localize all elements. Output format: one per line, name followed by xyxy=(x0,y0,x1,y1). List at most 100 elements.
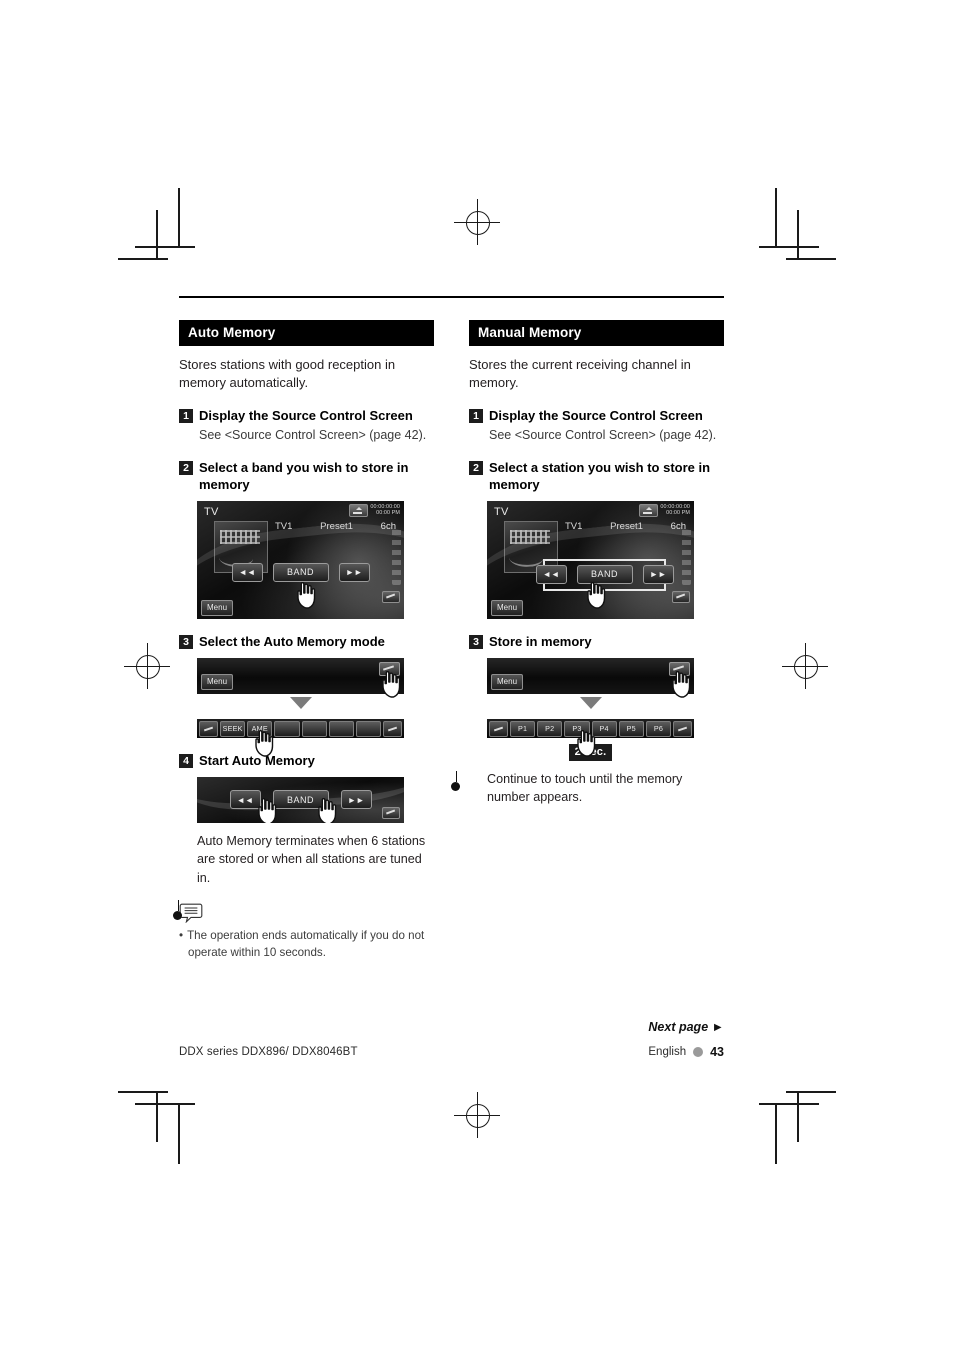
note-bubble-icon xyxy=(179,903,203,924)
step-1-manual: 1 Display the Source Control Screen xyxy=(469,407,724,424)
control-key-icon[interactable] xyxy=(382,590,400,603)
ame-button[interactable]: AME xyxy=(247,720,273,737)
step-title: Store in memory xyxy=(489,633,592,649)
tv-source-label: TV xyxy=(204,505,219,518)
registration-mark-right xyxy=(782,643,828,689)
menu-button[interactable]: Menu xyxy=(491,599,524,616)
page-marker-dot xyxy=(693,1047,704,1057)
next-button[interactable]: ►► xyxy=(338,562,370,582)
crop-mark-bottom-right-h xyxy=(759,1103,819,1105)
step-number-badge: 1 xyxy=(469,408,483,423)
tv-band-value: TV1 xyxy=(275,520,293,532)
registration-mark-top xyxy=(454,199,500,245)
function-key-left-icon[interactable] xyxy=(199,720,218,737)
column-auto-memory: Auto Memory Stores stations with good re… xyxy=(173,319,434,962)
band-button[interactable]: BAND xyxy=(272,562,329,582)
page-number: 43 xyxy=(710,1045,724,1059)
band-button[interactable]: BAND xyxy=(272,790,329,810)
function-expand-button[interactable] xyxy=(669,662,690,677)
hold-duration-badge: 2 sec. xyxy=(568,744,613,762)
tv-preset-value: Preset1 xyxy=(610,520,643,532)
step-number-badge: 3 xyxy=(179,634,193,649)
crop-mark-top-right-h xyxy=(759,246,819,248)
crop-mark-top-right-v xyxy=(775,188,777,248)
crop-mark-top-left-v2 xyxy=(156,210,158,260)
step-2-auto: 2 Select a band you wish to store in mem… xyxy=(179,459,434,493)
figure-menu-bar-manual: Menu xyxy=(487,658,694,698)
preset-button-p2[interactable]: P2 xyxy=(537,720,563,737)
hold-duration-wrap: 2 sec. xyxy=(487,742,694,762)
band-button[interactable]: BAND xyxy=(576,564,633,584)
step-1-auto-reference: See <Source Control Screen> (page 42). xyxy=(199,428,427,443)
column-end-marker xyxy=(451,770,460,791)
previous-button[interactable]: ◄◄ xyxy=(535,564,567,584)
preset-key-left-icon[interactable] xyxy=(489,720,508,737)
section-heading-manual-memory: Manual Memory xyxy=(469,319,724,346)
menu-button[interactable]: Menu xyxy=(201,599,234,616)
crop-mark-bottom-left-h2 xyxy=(118,1091,168,1093)
preset-button-p1[interactable]: P1 xyxy=(510,720,536,737)
crop-mark-bottom-right-h2 xyxy=(786,1091,836,1093)
figure-function-strip-auto: SEEK AME xyxy=(197,719,404,757)
figure-tv-source-screen-manual: TV 00:00:00:00 00:00 PM TV1 Preset1 6ch xyxy=(487,500,694,619)
step-number-badge: 2 xyxy=(179,460,193,475)
function-key-blank[interactable] xyxy=(328,720,354,737)
language-and-page: English 43 xyxy=(648,1045,724,1059)
next-button[interactable]: ►► xyxy=(340,790,372,810)
function-key-blank[interactable] xyxy=(301,720,327,737)
clock-display: 00:00:00:00 00:00 PM xyxy=(660,503,690,517)
function-key-blank[interactable] xyxy=(274,720,300,737)
step-3-auto: 3 Select the Auto Memory mode xyxy=(179,633,434,650)
note-bullet: • xyxy=(179,928,184,942)
crop-mark-top-right-h2 xyxy=(786,258,836,260)
manual-memory-intro: Stores the current receiving channel in … xyxy=(469,357,691,391)
transport-button-row-highlight: ◄◄ BAND ►► xyxy=(535,558,674,591)
preset-button-p5[interactable]: P5 xyxy=(618,720,644,737)
crop-mark-top-right-v2 xyxy=(797,210,799,260)
function-key-right-icon[interactable] xyxy=(383,720,403,737)
step-title: Start Auto Memory xyxy=(199,753,315,769)
preset-button-p3[interactable]: P3 xyxy=(564,720,590,737)
footer-row: DDX series DDX896/ DDX8046BT English 43 xyxy=(179,1045,724,1059)
clock-display: 00:00:00:00 00:00 PM xyxy=(370,503,400,517)
preset-button-p4[interactable]: P4 xyxy=(591,720,617,737)
step-2-manual: 2 Select a station you wish to store in … xyxy=(469,459,724,493)
function-expand-button[interactable] xyxy=(379,662,400,677)
note-block-auto: • The operation ends automatically if you… xyxy=(179,903,434,962)
figure-preset-strip-manual: P1 P2 P3 P4 P5 P6 xyxy=(487,719,694,757)
next-button[interactable]: ►► xyxy=(642,564,674,584)
note-item: • The operation ends automatically if you… xyxy=(179,928,434,962)
section-heading-auto-memory: Auto Memory xyxy=(179,319,434,346)
seek-button[interactable]: SEEK xyxy=(220,720,246,737)
flow-arrow-down xyxy=(197,694,404,711)
transport-button-row: ◄◄ BAND ►► xyxy=(197,790,404,810)
thumbnail-pattern xyxy=(510,529,550,544)
step-title: Display the Source Control Screen xyxy=(489,407,703,423)
tv-source-label: TV xyxy=(494,505,509,518)
thumbnail-pattern xyxy=(220,529,260,544)
step-title: Display the Source Control Screen xyxy=(199,407,413,423)
tv-info-row: TV1 Preset1 6ch xyxy=(565,521,686,532)
next-page-label: Next page ► xyxy=(648,1020,724,1034)
transport-button-row: ◄◄ BAND ►► xyxy=(197,562,404,582)
control-key-icon[interactable] xyxy=(382,807,400,820)
figure-menu-bar-auto: Menu xyxy=(197,658,404,698)
previous-button[interactable]: ◄◄ xyxy=(229,790,261,810)
step-title: Select the Auto Memory mode xyxy=(199,633,385,649)
step-number-badge: 2 xyxy=(469,460,483,475)
menu-button[interactable]: Menu xyxy=(491,674,524,691)
crop-mark-bottom-right-v xyxy=(775,1104,777,1164)
previous-button[interactable]: ◄◄ xyxy=(231,562,263,582)
preset-button-p6[interactable]: P6 xyxy=(645,720,672,737)
tv-band-value: TV1 xyxy=(565,520,583,532)
language-label: English xyxy=(648,1046,687,1058)
scroll-strip xyxy=(682,526,691,585)
menu-button[interactable]: Menu xyxy=(201,674,234,691)
manual-memory-instruction: Continue to touch until the memory numbe… xyxy=(487,772,683,805)
preset-key-right-icon[interactable] xyxy=(673,720,693,737)
crop-mark-top-left-h2 xyxy=(118,258,168,260)
function-key-blank[interactable] xyxy=(355,720,382,737)
step-title: Select a station you wish to store in me… xyxy=(489,459,711,492)
control-key-icon[interactable] xyxy=(672,590,690,603)
column-end-marker xyxy=(173,899,182,920)
